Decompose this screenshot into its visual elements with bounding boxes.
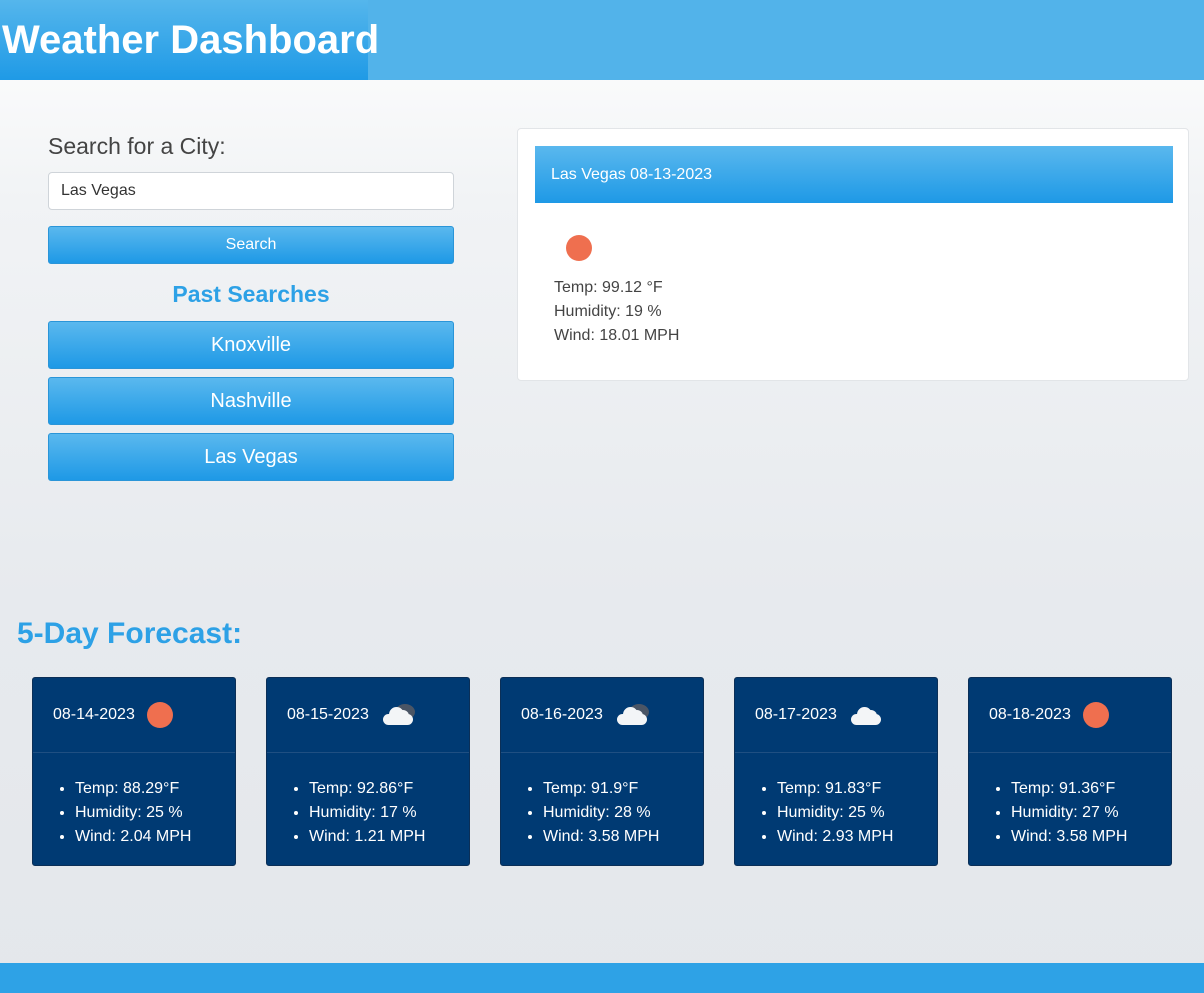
forecast-card-header: 08-16-2023 xyxy=(501,678,703,753)
forecast-card-header: 08-15-2023 xyxy=(267,678,469,753)
broken-clouds-icon xyxy=(381,702,417,728)
forecast-wind: Wind: 1.21 MPH xyxy=(309,825,469,849)
forecast-date: 08-14-2023 xyxy=(53,706,135,723)
current-weather-details: Temp: 99.12 °F Humidity: 19 % Wind: 18.0… xyxy=(554,276,679,348)
forecast-humidity: Humidity: 17 % xyxy=(309,801,469,825)
footer-bar xyxy=(0,963,1204,993)
forecast-card-header: 08-17-2023 xyxy=(735,678,937,753)
forecast-temp: Temp: 91.9°F xyxy=(543,777,703,801)
forecast-temp: Temp: 91.36°F xyxy=(1011,777,1171,801)
forecast-humidity: Humidity: 27 % xyxy=(1011,801,1171,825)
forecast-details: Temp: 92.86°F Humidity: 17 % Wind: 1.21 … xyxy=(267,777,469,849)
search-label: Search for a City: xyxy=(48,133,226,159)
forecast-humidity: Humidity: 28 % xyxy=(543,801,703,825)
forecast-details: Temp: 88.29°F Humidity: 25 % Wind: 2.04 … xyxy=(33,777,235,849)
past-searches-title: Past Searches xyxy=(172,281,330,307)
forecast-humidity: Humidity: 25 % xyxy=(75,801,235,825)
current-weather-header: Las Vegas 08-13-2023 xyxy=(535,146,1173,203)
forecast-title: 5-Day Forecast: xyxy=(17,617,243,650)
forecast-card-header: 08-14-2023 xyxy=(33,678,235,753)
search-button[interactable]: Search xyxy=(48,226,454,264)
forecast-details: Temp: 91.36°F Humidity: 27 % Wind: 3.58 … xyxy=(969,777,1171,849)
current-weather-card: Las Vegas 08-13-2023 Temp: 99.12 °F Humi… xyxy=(517,128,1189,381)
past-search-las-vegas-button[interactable]: Las Vegas xyxy=(48,433,454,481)
current-wind: Wind: 18.01 MPH xyxy=(554,327,680,344)
forecast-card: 08-16-2023 Temp: 91.9°F Humidity: 28 % W… xyxy=(500,677,704,866)
forecast-wind: Wind: 2.04 MPH xyxy=(75,825,235,849)
cloud-icon xyxy=(849,702,885,728)
forecast-card: 08-18-2023 Temp: 91.36°F Humidity: 27 % … xyxy=(968,677,1172,866)
forecast-card-header: 08-18-2023 xyxy=(969,678,1171,753)
city-search-input[interactable] xyxy=(48,172,454,210)
past-search-knoxville-button[interactable]: Knoxville xyxy=(48,321,454,369)
page-title: Weather Dashboard xyxy=(2,18,380,62)
forecast-wind: Wind: 2.93 MPH xyxy=(777,825,937,849)
forecast-temp: Temp: 91.83°F xyxy=(777,777,937,801)
forecast-date: 08-18-2023 xyxy=(989,706,1071,723)
forecast-date: 08-16-2023 xyxy=(521,706,603,723)
sun-icon xyxy=(146,702,173,728)
forecast-humidity: Humidity: 25 % xyxy=(777,801,937,825)
current-temp: Temp: 99.12 °F xyxy=(554,279,663,296)
broken-clouds-icon xyxy=(615,702,651,728)
forecast-card: 08-17-2023 Temp: 91.83°F Humidity: 25 % … xyxy=(734,677,938,866)
sun-icon xyxy=(566,235,592,261)
past-search-nashville-button[interactable]: Nashville xyxy=(48,377,454,425)
forecast-temp: Temp: 88.29°F xyxy=(75,777,235,801)
forecast-details: Temp: 91.83°F Humidity: 25 % Wind: 2.93 … xyxy=(735,777,937,849)
forecast-wind: Wind: 3.58 MPH xyxy=(543,825,703,849)
forecast-details: Temp: 91.9°F Humidity: 28 % Wind: 3.58 M… xyxy=(501,777,703,849)
forecast-wind: Wind: 3.58 MPH xyxy=(1011,825,1171,849)
forecast-date: 08-15-2023 xyxy=(287,706,369,723)
forecast-card: 08-14-2023 Temp: 88.29°F Humidity: 25 % … xyxy=(32,677,236,866)
sun-icon xyxy=(1082,702,1109,728)
title-box: Weather Dashboard xyxy=(0,0,379,80)
forecast-date: 08-17-2023 xyxy=(755,706,837,723)
current-humidity: Humidity: 19 % xyxy=(554,303,662,320)
forecast-temp: Temp: 92.86°F xyxy=(309,777,469,801)
forecast-card: 08-15-2023 Temp: 92.86°F Humidity: 17 % … xyxy=(266,677,470,866)
